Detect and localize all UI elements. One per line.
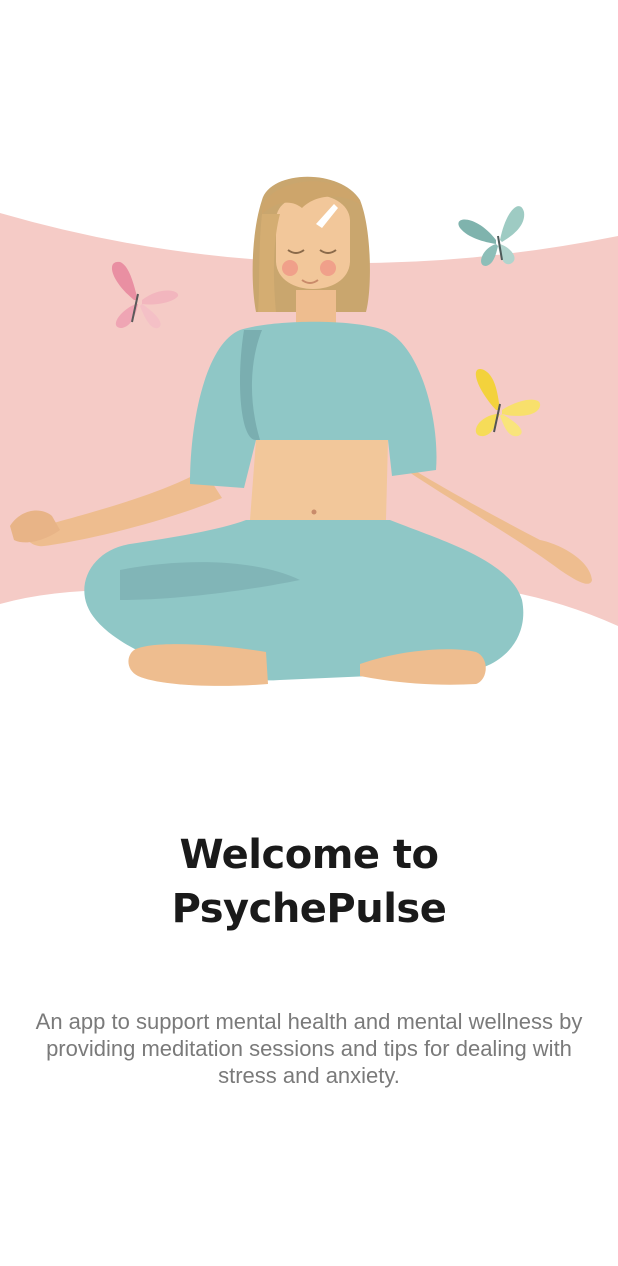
welcome-title-line2: PsychePulse (171, 886, 447, 932)
butterfly-icon (458, 206, 525, 266)
meditation-illustration (0, 176, 618, 686)
welcome-title-line1: Welcome to (179, 832, 439, 878)
welcome-title: Welcome to PsychePulse (0, 828, 618, 936)
hero-illustration (0, 0, 618, 760)
app-description: An app to support mental health and ment… (35, 1009, 583, 1088)
